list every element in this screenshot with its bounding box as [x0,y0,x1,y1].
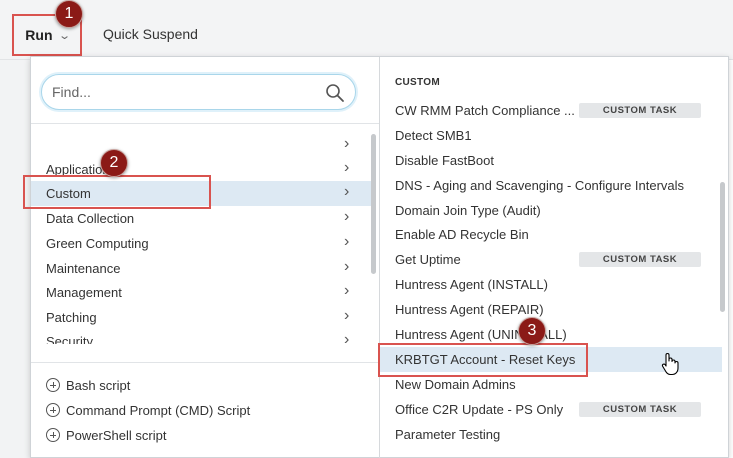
chevron-down-icon: ⌄ [57,29,71,42]
chevron-right-icon: › [344,183,350,200]
custom-task-badge: CUSTOM TASK [579,402,701,417]
category-item-management[interactable]: Management › [31,280,371,305]
callout-badge: 2 [100,149,128,177]
category-item[interactable]: › [31,133,371,158]
task-label: DNS - Aging and Scavenging - Configure I… [395,178,685,193]
chevron-right-icon: › [344,282,350,299]
category-scrollbar[interactable] [371,134,376,274]
category-label: Green Computing [46,236,149,251]
category-item-maintenance[interactable]: Maintenance › [31,256,371,281]
plus-circle-icon [46,403,60,417]
task-label: Enable AD Recycle Bin [395,227,529,242]
task-item[interactable]: Enable AD Recycle Bin [380,222,722,247]
plus-circle-icon [46,428,60,442]
task-item[interactable]: Huntress Agent (UNINSTALL) [380,322,722,347]
task-item[interactable]: Domain Join Type (Audit) [380,198,722,223]
task-label: KRBTGT Account - Reset Keys [395,352,576,367]
task-label: Huntress Agent (INSTALL) [395,277,548,292]
task-pane: CUSTOM CW RMM Patch Compliance ... CUSTO… [380,57,730,458]
chevron-right-icon: › [344,258,350,275]
callout-badge: 3 [518,317,546,345]
task-item[interactable]: DNS - Aging and Scavenging - Configure I… [380,173,722,198]
hand-cursor-icon [661,353,679,376]
script-item-bash[interactable]: Bash script [46,375,130,395]
task-label: CW RMM Patch Compliance ... [395,103,575,118]
task-label: Parameter Testing [395,427,501,442]
task-item[interactable]: Detect SMB1 [380,123,722,148]
category-list: › Application › Custom › Data Collection… [31,132,379,344]
divider [31,123,379,124]
category-label: Custom [46,186,91,201]
script-item-cmd[interactable]: Command Prompt (CMD) Script [46,400,250,420]
task-item[interactable]: Disable FastBoot [380,148,722,173]
task-item[interactable]: Huntress Agent (INSTALL) [380,272,722,297]
section-heading: CUSTOM [395,77,440,88]
chevron-right-icon: › [344,159,350,176]
task-item[interactable]: CW RMM Patch Compliance ... CUSTOM TASK [380,98,722,123]
category-label: Data Collection [46,211,135,226]
search-input[interactable] [52,81,312,103]
category-pane: › Application › Custom › Data Collection… [31,57,379,458]
chevron-right-icon: › [344,331,350,344]
script-label: Command Prompt (CMD) Script [66,402,251,418]
search-icon[interactable] [325,83,345,103]
callout-badge: 1 [55,0,83,28]
run-dropdown-menu: › Application › Custom › Data Collection… [30,56,729,458]
category-item-application[interactable]: Application › [31,157,371,182]
task-scrollbar[interactable] [720,182,725,312]
task-item[interactable]: Parameter Testing [380,422,722,447]
task-label: Office C2R Update - PS Only [395,402,564,417]
chevron-right-icon: › [344,233,350,250]
script-label: PowerShell script [66,427,167,443]
run-label: Run [25,27,53,43]
custom-task-badge: CUSTOM TASK [579,103,701,118]
category-item-patching[interactable]: Patching › [31,305,371,330]
chevron-right-icon: › [344,135,350,152]
script-label: Bash script [66,377,131,393]
chevron-right-icon: › [344,208,350,225]
task-label: Detect SMB1 [395,128,472,143]
task-label: Domain Join Type (Audit) [395,203,541,218]
category-label: Patching [46,310,97,325]
category-label: Security [46,334,93,344]
task-item[interactable]: Huntress Agent (REPAIR) [380,297,722,322]
category-item-security[interactable]: Security › [31,329,371,344]
category-label: Management [46,285,122,300]
chevron-right-icon: › [344,307,350,324]
task-item[interactable]: Get Uptime CUSTOM TASK [380,247,722,272]
task-label: Get Uptime [395,252,461,267]
task-label: Disable FastBoot [395,153,494,168]
plus-circle-icon [46,378,60,392]
task-label: Huntress Agent (REPAIR) [395,302,544,317]
search-box[interactable] [41,74,356,110]
toolbar: Run ⌄ Quick Suspend [0,0,733,60]
category-item-custom[interactable]: Custom › [31,181,371,206]
category-item-green-computing[interactable]: Green Computing › [31,231,371,256]
divider [31,362,379,363]
custom-task-badge: CUSTOM TASK [579,252,701,267]
category-label: Maintenance [46,261,121,276]
task-item[interactable]: Office C2R Update - PS Only CUSTOM TASK [380,397,722,422]
category-item-data-collection[interactable]: Data Collection › [31,206,371,231]
quick-suspend-button[interactable]: Quick Suspend [103,26,198,42]
script-item-powershell[interactable]: PowerShell script [46,425,166,445]
task-label: New Domain Admins [395,377,516,392]
